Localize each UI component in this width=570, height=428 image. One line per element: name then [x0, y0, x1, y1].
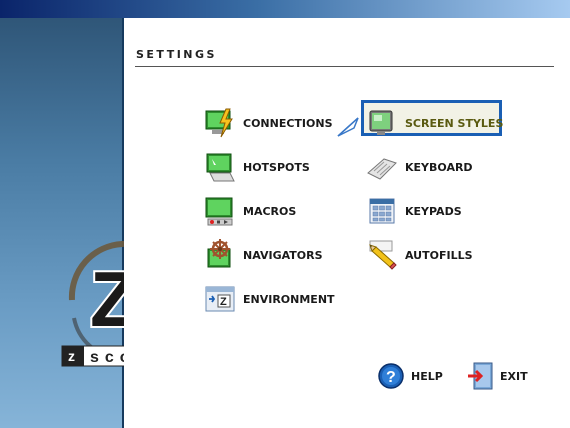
cursor-arrow-icon	[336, 114, 362, 144]
macros-label: MACROS	[243, 204, 297, 218]
connections-label: CONNECTIONS	[243, 116, 333, 130]
environment-label: ENVIRONMENT	[243, 292, 335, 306]
helm-wheel-icon	[204, 239, 236, 271]
heading-divider	[135, 66, 554, 67]
hotspots-button[interactable]: HOTSPOTS	[204, 151, 310, 183]
autofills-label: AUTOFILLS	[405, 248, 473, 262]
hotspots-label: HOTSPOTS	[243, 160, 310, 174]
screen-icon	[366, 107, 398, 139]
navigators-button[interactable]: NAVIGATORS	[204, 239, 323, 271]
help-label: HELP	[411, 369, 443, 383]
lightning-monitor-icon	[204, 107, 236, 139]
exit-door-icon	[466, 360, 494, 392]
keyboard-label: KEYBOARD	[405, 160, 473, 174]
svg-text:Z: Z	[220, 296, 227, 308]
connections-button[interactable]: CONNECTIONS	[204, 107, 333, 139]
keypads-button[interactable]: KEYPADS	[366, 195, 462, 227]
keypad-icon	[366, 195, 398, 227]
hotspot-monitor-icon	[204, 151, 236, 183]
help-button[interactable]: ? HELP	[377, 360, 443, 392]
svg-text:?: ?	[386, 369, 396, 386]
exit-button[interactable]: EXIT	[466, 360, 528, 392]
help-icon: ?	[377, 360, 405, 392]
screen-styles-button[interactable]: SCREEN STYLES	[366, 107, 503, 139]
window-titlebar[interactable]	[0, 0, 570, 18]
environment-button[interactable]: Z ENVIRONMENT	[204, 283, 335, 315]
navigators-label: NAVIGATORS	[243, 248, 323, 262]
keypads-label: KEYPADS	[405, 204, 462, 218]
keyboard-button[interactable]: KEYBOARD	[366, 151, 473, 183]
exit-label: EXIT	[500, 369, 528, 383]
autofills-button[interactable]: AUTOFILLS	[366, 239, 473, 271]
macros-button[interactable]: MACROS	[204, 195, 296, 227]
screen-styles-label: SCREEN STYLES	[405, 116, 504, 130]
page-title: SETTINGS	[136, 48, 217, 61]
pencil-icon	[366, 239, 398, 271]
keyboard-icon	[366, 151, 398, 183]
svg-text:z: z	[68, 348, 75, 364]
environment-icon: Z	[204, 283, 236, 315]
macro-monitor-icon	[204, 195, 236, 227]
